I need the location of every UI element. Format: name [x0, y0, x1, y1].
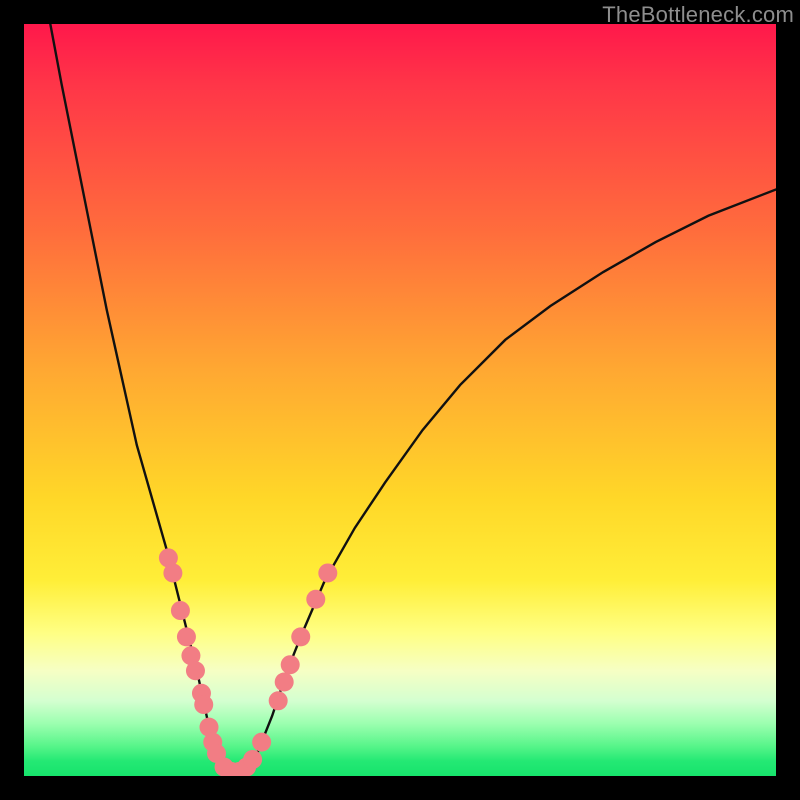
- sample-dot: [243, 750, 262, 769]
- bottleneck-curve: [50, 24, 776, 773]
- plot-overlay-svg: [24, 24, 776, 776]
- plot-frame: [24, 24, 776, 776]
- sample-dot: [306, 590, 325, 609]
- sample-dot: [281, 655, 300, 674]
- sample-dot: [194, 695, 213, 714]
- sample-dot: [269, 691, 288, 710]
- sample-dot: [275, 673, 294, 692]
- sample-dot: [177, 627, 196, 646]
- sample-dot: [186, 661, 205, 680]
- sample-dot: [291, 627, 310, 646]
- chart-container: TheBottleneck.com: [0, 0, 800, 800]
- sample-dot: [171, 601, 190, 620]
- plot-inner: [24, 24, 776, 776]
- sample-dots-group: [159, 548, 337, 776]
- sample-dot: [163, 563, 182, 582]
- sample-dot: [318, 563, 337, 582]
- sample-dot: [252, 733, 271, 752]
